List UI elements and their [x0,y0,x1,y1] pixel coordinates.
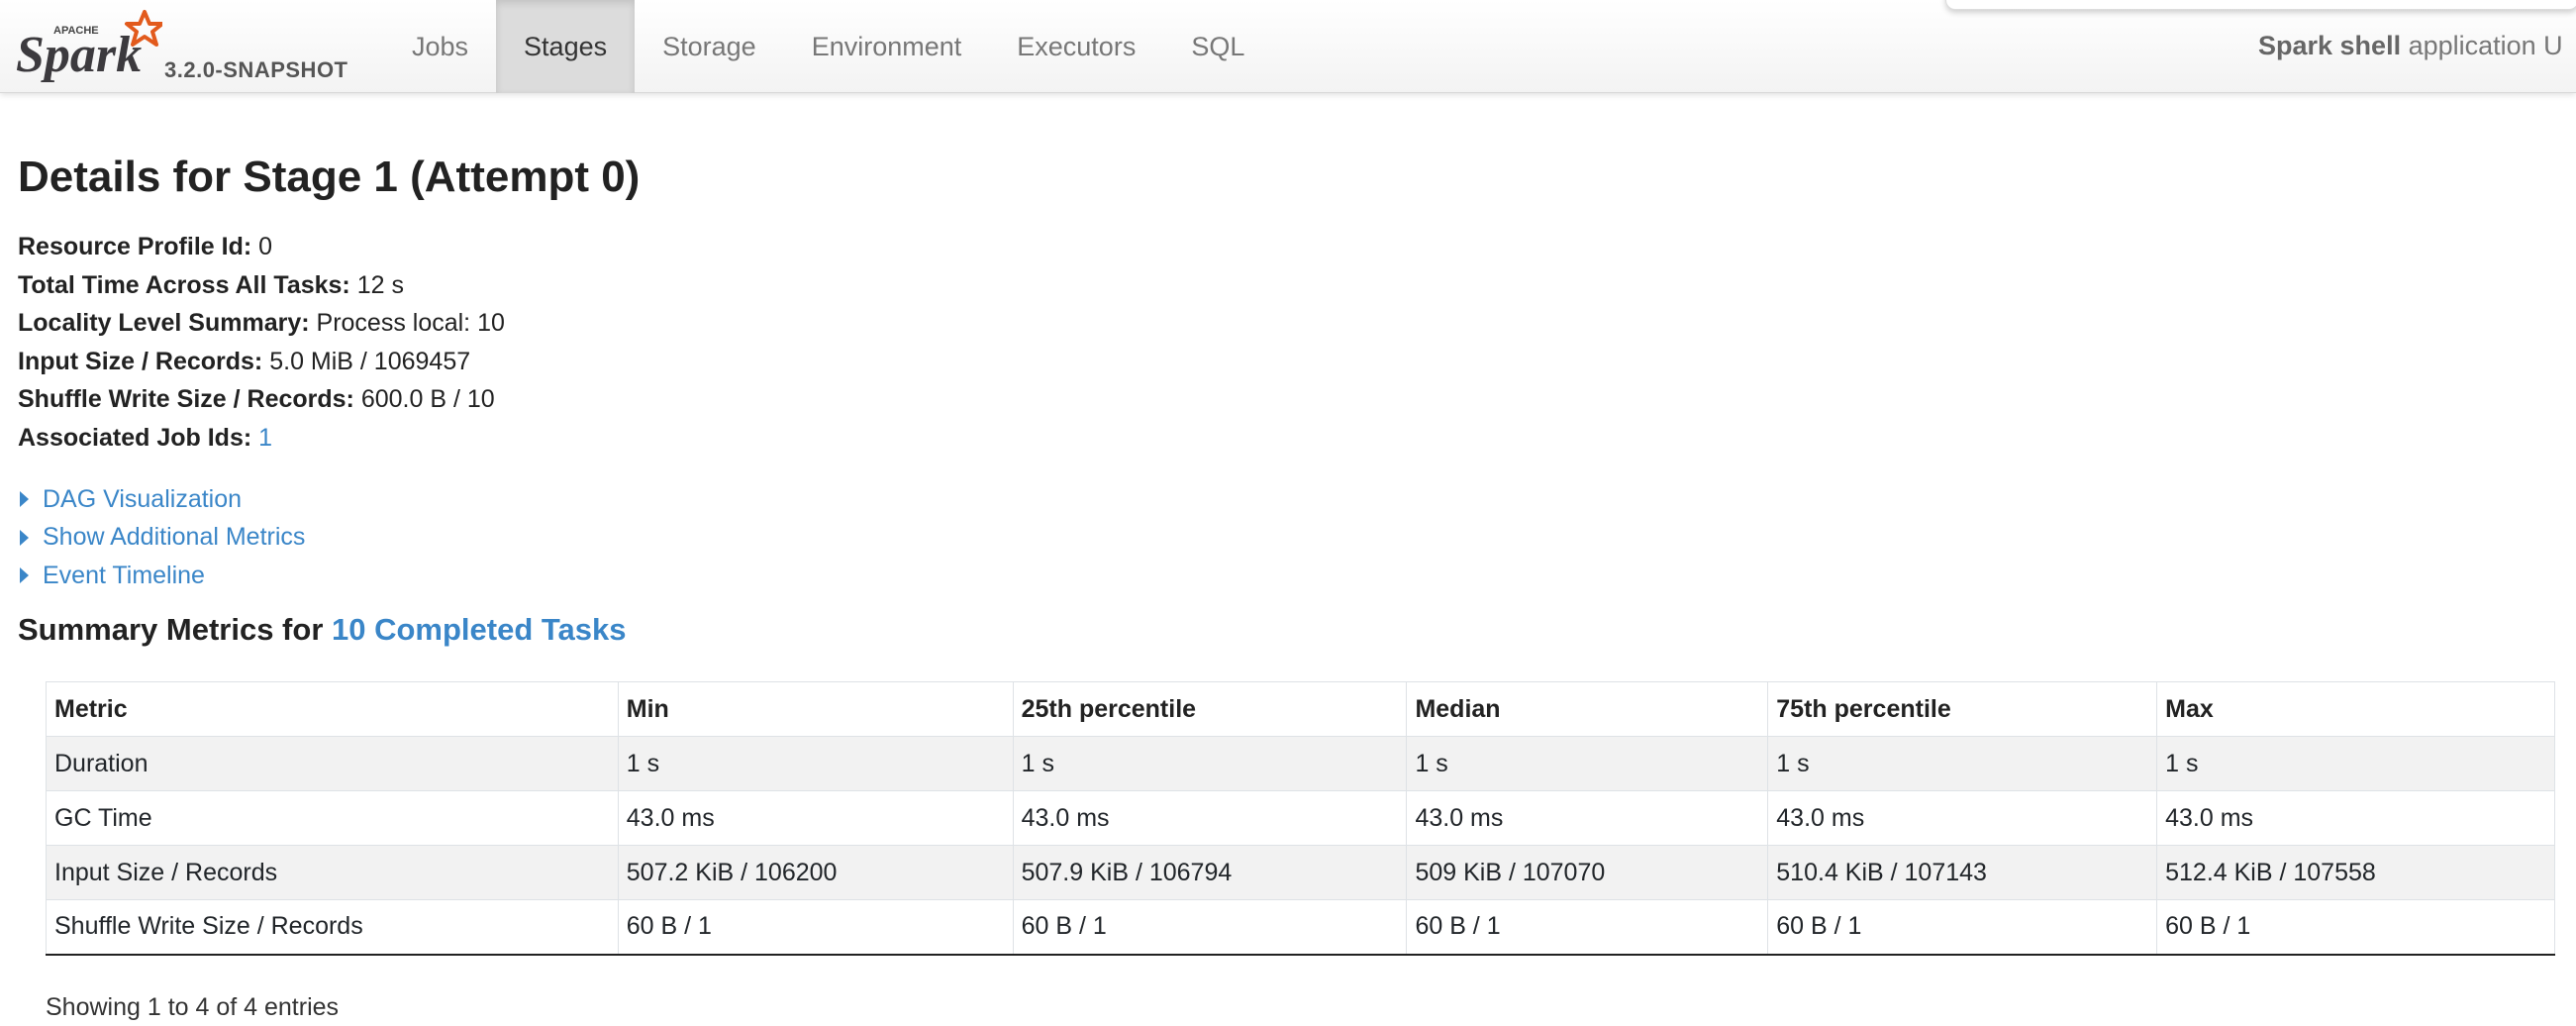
detail-resource-profile: Resource Profile Id: 0 [18,228,505,266]
additional-metrics-toggle[interactable]: Show Additional Metrics [20,519,305,558]
detail-total-time: Total Time Across All Tasks: 12 s [18,266,505,305]
nav-tab-sql[interactable]: SQL [1163,0,1272,93]
column-header-25th[interactable]: 25th percentile [1012,681,1408,737]
summary-metrics-table: Metric Min 25th percentile Median 75th p… [46,681,2555,956]
column-header-max[interactable]: Max [2156,681,2555,737]
table-cell: 1 s [1767,736,2158,791]
table-cell: 509 KiB / 107070 [1406,845,1769,900]
table-cell: 507.2 KiB / 106200 [617,845,1014,900]
table-cell: 1 s [1012,736,1408,791]
detail-value: 12 s [356,270,404,299]
table-row: Duration 1 s 1 s 1 s 1 s 1 s [46,736,2555,791]
event-timeline-toggle[interactable]: Event Timeline [20,557,305,595]
table-cell: 43.0 ms [1406,790,1769,846]
table-row: Input Size / Records 507.2 KiB / 106200 … [46,845,2555,900]
logo-spark-text: Spark [16,27,142,83]
table-row: GC Time 43.0 ms 43.0 ms 43.0 ms 43.0 ms … [46,790,2555,846]
column-header-median[interactable]: Median [1406,681,1769,737]
column-header-metric[interactable]: Metric [46,681,619,737]
table-cell: 512.4 KiB / 107558 [2156,845,2555,900]
nav-tab-stages[interactable]: Stages [496,0,636,93]
nav-tab-environment[interactable]: Environment [784,0,990,93]
detail-label: Total Time Across All Tasks: [18,270,350,299]
app-name-bold: Spark shell [2258,31,2402,60]
detail-value: Process local: 10 [316,309,505,337]
dag-visualization-toggle[interactable]: DAG Visualization [20,480,305,519]
table-cell: 43.0 ms [1012,790,1408,846]
table-cell: Shuffle Write Size / Records [46,899,619,956]
detail-value: 600.0 B / 10 [360,385,495,413]
detail-label: Associated Job Ids: [18,423,252,452]
caret-right-icon [20,529,29,546]
nav-tab-storage[interactable]: Storage [635,0,784,93]
expanders: DAG Visualization Show Additional Metric… [20,480,305,595]
summary-metrics-title: Summary Metrics for 10 Completed Tasks [18,612,626,648]
expander-label: Show Additional Metrics [43,523,306,552]
detail-label: Resource Profile Id: [18,233,252,260]
expander-label: DAG Visualization [43,484,243,513]
table-cell: 43.0 ms [617,790,1014,846]
table-cell: GC Time [46,790,619,846]
table-cell: 510.4 KiB / 107143 [1767,845,2158,900]
table-cell: 1 s [1406,736,1769,791]
page-title: Details for Stage 1 (Attempt 0) [18,153,641,201]
top-navbar: APACHE Spark 3.2.0-SNAPSHOT Jobs Stages … [0,0,2576,93]
table-cell: Input Size / Records [46,845,619,900]
nav-tabs: Jobs Stages Storage Environment Executor… [384,0,1272,93]
table-cell: 60 B / 1 [1406,899,1769,956]
table-cell: 60 B / 1 [1012,899,1408,956]
job-id-link[interactable]: 1 [258,424,272,452]
table-cell: 60 B / 1 [617,899,1014,956]
table-cell: 43.0 ms [2156,790,2555,846]
table-cell: 1 s [2156,736,2555,791]
detail-label: Locality Level Summary: [18,309,310,337]
detail-locality: Locality Level Summary: Process local: 1… [18,304,505,343]
nav-tab-executors[interactable]: Executors [989,0,1163,93]
stage-details-list: Resource Profile Id: 0 Total Time Across… [18,228,505,457]
column-header-75th[interactable]: 75th percentile [1767,681,2158,737]
detail-value: 0 [258,233,273,260]
table-cell: Duration [46,736,619,791]
table-cell: 60 B / 1 [1767,899,2158,956]
summary-prefix: Summary Metrics for [18,612,332,647]
column-header-min[interactable]: Min [617,681,1014,737]
spark-logo-icon: APACHE Spark [16,10,162,83]
nav-tab-jobs[interactable]: Jobs [384,0,496,93]
app-name: Spark shell application U [2258,31,2563,61]
detail-label: Shuffle Write Size / Records: [18,385,354,413]
version-label: 3.2.0-SNAPSHOT [164,57,348,82]
top-popup-edge [1945,0,2576,10]
table-row: Shuffle Write Size / Records 60 B / 1 60… [46,899,2555,956]
table-cell: 507.9 KiB / 106794 [1012,845,1408,900]
detail-shuffle-write: Shuffle Write Size / Records: 600.0 B / … [18,380,505,419]
app-name-rest: application U [2401,31,2563,60]
detail-job-ids: Associated Job Ids: 1 [18,419,505,458]
table-cell: 43.0 ms [1767,790,2158,846]
table-header-row: Metric Min 25th percentile Median 75th p… [46,681,2555,737]
table-cell: 60 B / 1 [2156,899,2555,956]
completed-tasks-link[interactable]: 10 Completed Tasks [332,612,626,647]
table-cell: 1 s [617,736,1014,791]
detail-input-size: Input Size / Records: 5.0 MiB / 1069457 [18,343,505,381]
table-entries-info: Showing 1 to 4 of 4 entries [46,993,340,1021]
expander-label: Event Timeline [43,561,205,589]
brand[interactable]: APACHE Spark 3.2.0-SNAPSHOT [14,4,380,89]
detail-label: Input Size / Records: [18,347,263,375]
caret-right-icon [20,491,29,508]
detail-value: 5.0 MiB / 1069457 [269,347,471,375]
caret-right-icon [20,567,29,584]
